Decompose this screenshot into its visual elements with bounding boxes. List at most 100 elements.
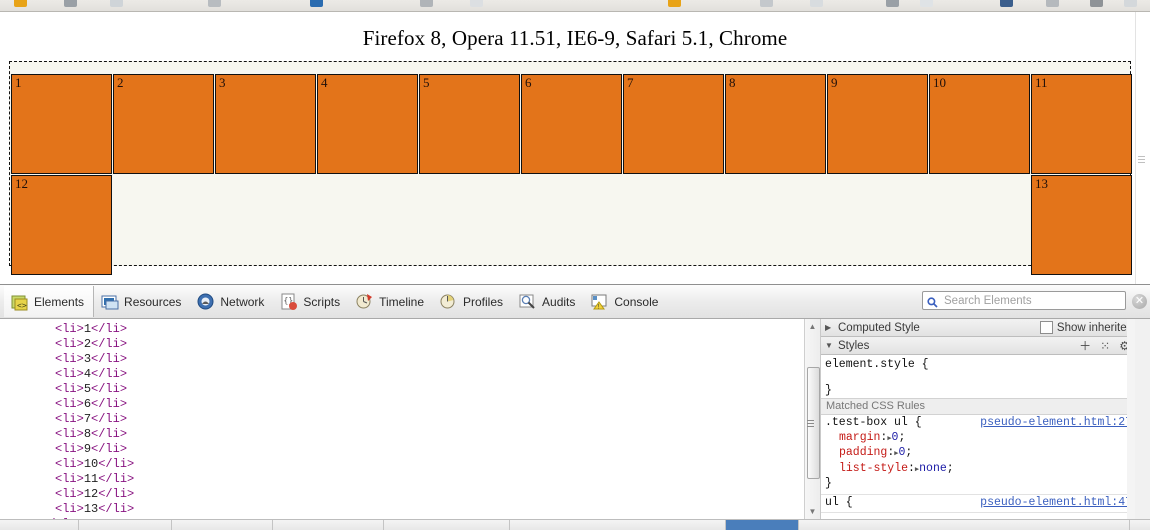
tiny-icon[interactable] xyxy=(1046,0,1059,7)
css-source-link[interactable]: pseudo-element.html:47 xyxy=(980,496,1132,511)
dom-node-line[interactable]: <li>9</li> xyxy=(55,442,820,457)
css-declaration[interactable]: margin:▶0; xyxy=(825,431,905,444)
breadcrumb-item[interactable] xyxy=(273,520,384,530)
dom-node-line[interactable]: <li>8</li> xyxy=(55,427,820,442)
element-style-open: element.style { xyxy=(825,358,929,371)
dom-close-tag: </li> xyxy=(91,367,128,381)
dom-open-tag: <li> xyxy=(55,382,84,396)
end-icon[interactable] xyxy=(1124,0,1137,7)
dom-node-text: 4 xyxy=(83,367,92,381)
dom-node-text: 10 xyxy=(83,457,99,471)
css-declaration[interactable]: padding:▶0; xyxy=(825,446,912,459)
computed-style-header[interactable]: ▶ Computed Style Show inherited xyxy=(821,319,1135,337)
devtools-body: <li>1</li> <li>2</li> <li>3</li> <li>4</li>… xyxy=(0,319,1150,530)
chevron-right-icon[interactable]: ▶ xyxy=(825,323,834,332)
show-inherited-control[interactable]: Show inherited xyxy=(1039,321,1133,334)
tab-timeline[interactable]: Timeline xyxy=(349,286,433,317)
dom-node-line[interactable]: <li>6</li> xyxy=(55,397,820,412)
breadcrumb-item[interactable] xyxy=(0,520,79,530)
page-scrollbar-track[interactable] xyxy=(1135,12,1150,284)
dom-node-line[interactable]: <li>2</li> xyxy=(55,337,820,352)
dom-tree-panel[interactable]: <li>1</li> <li>2</li> <li>3</li> <li>4</li>… xyxy=(0,319,821,530)
dot-icon[interactable] xyxy=(760,0,773,7)
styles-label: Styles xyxy=(838,339,870,352)
dom-node-line[interactable]: <li>12</li> xyxy=(55,487,820,502)
dom-close-tag: </li> xyxy=(98,457,135,471)
dom-tree[interactable]: <li>1</li> <li>2</li> <li>3</li> <li>4</li>… xyxy=(0,319,820,530)
mark-icon[interactable] xyxy=(1090,0,1103,7)
page-icon[interactable] xyxy=(470,0,483,7)
bullet-icon[interactable] xyxy=(886,0,899,7)
css-declaration[interactable]: list-style:▶none; xyxy=(825,462,954,475)
list-item: 6 xyxy=(521,74,622,174)
element-state-icon[interactable]: ⁙ xyxy=(1100,339,1110,353)
tab-resources[interactable]: Resources xyxy=(94,286,190,317)
scrollbar-grip-icon xyxy=(807,420,814,421)
tab-console[interactable]: ! Console xyxy=(584,286,667,317)
dom-close-tag: </li> xyxy=(98,502,135,516)
dom-tree-scrollbar[interactable]: ▲ ▼ xyxy=(804,319,820,530)
breadcrumb-item[interactable] xyxy=(510,520,726,530)
add-rule-icon[interactable]: ＋ xyxy=(1079,337,1091,354)
dom-open-tag: <li> xyxy=(55,442,84,456)
dom-node-line[interactable]: <li>5</li> xyxy=(55,382,820,397)
close-devtools-button[interactable]: ✕ xyxy=(1132,294,1147,309)
dom-close-tag: </li> xyxy=(91,442,128,456)
dom-open-tag: <li> xyxy=(55,322,84,336)
search-box[interactable] xyxy=(922,291,1126,310)
tab-elements[interactable]: <> Elements xyxy=(4,286,95,317)
devtools-panel: <> Elements Resources Network {} Scripts Timel… xyxy=(0,284,1150,530)
tab-profiles[interactable]: Profiles xyxy=(433,286,512,317)
blank-icon[interactable] xyxy=(920,0,933,7)
show-inherited-checkbox[interactable] xyxy=(1039,321,1053,334)
dom-node-line[interactable]: <li>1</li> xyxy=(55,322,820,337)
image-icon[interactable] xyxy=(1000,0,1013,7)
firefox-icon[interactable] xyxy=(14,0,27,7)
scroll-up-icon[interactable]: ▲ xyxy=(805,319,820,334)
console-icon: ! xyxy=(590,292,609,311)
breadcrumb-item[interactable] xyxy=(172,520,273,530)
cursor-icon[interactable] xyxy=(420,0,433,7)
breadcrumb-item[interactable] xyxy=(799,520,1130,530)
dom-node-line[interactable]: <li>7</li> xyxy=(55,412,820,427)
matched-css-rules-header: Matched CSS Rules xyxy=(821,398,1135,415)
list-item: 7 xyxy=(623,74,724,174)
styles-scrollbar[interactable] xyxy=(1127,319,1135,530)
chrome-icon[interactable] xyxy=(668,0,681,7)
breadcrumb[interactable] xyxy=(0,519,1150,530)
dom-node-line[interactable]: <li>11</li> xyxy=(55,472,820,487)
css-rule[interactable]: .test-box ul {pseudo-element.html:27 marg… xyxy=(821,415,1135,495)
back-icon[interactable] xyxy=(64,0,77,7)
window-icon[interactable] xyxy=(310,0,323,7)
list-item: 11 xyxy=(1031,74,1132,174)
list-item: 2 xyxy=(113,74,214,174)
tab-network[interactable]: Network xyxy=(190,286,273,317)
css-rule[interactable]: ul {pseudo-element.html:47 xyxy=(821,495,1135,513)
chevron-down-icon[interactable]: ▼ xyxy=(825,341,834,350)
search-input[interactable] xyxy=(942,293,1121,308)
breadcrumb-item[interactable] xyxy=(384,520,510,530)
styles-header[interactable]: ▼ Styles ＋ ⁙ ⚙ xyxy=(821,337,1135,355)
tab-audits[interactable]: Audits xyxy=(512,286,584,317)
scroll-down-icon[interactable]: ▼ xyxy=(805,504,820,519)
app-root: Firefox 8, Opera 11.51, IE6-9, Safari 5.… xyxy=(0,0,1150,530)
dom-node-line[interactable]: <li>3</li> xyxy=(55,352,820,367)
page-scrollbar[interactable] xyxy=(1134,12,1150,284)
css-property-value: none xyxy=(919,461,947,475)
dom-node-line[interactable]: <li>4</li> xyxy=(55,367,820,382)
tab-scripts[interactable]: {} Scripts xyxy=(273,286,349,317)
breadcrumb-item[interactable] xyxy=(726,520,799,530)
timeline-icon xyxy=(355,292,374,311)
folder-icon[interactable] xyxy=(110,0,123,7)
dom-node-line[interactable]: <li>10</li> xyxy=(55,457,820,472)
list-item: 4 xyxy=(317,74,418,174)
dom-node-text: 3 xyxy=(83,352,92,366)
css-property-name: list-style xyxy=(839,461,909,475)
refresh-icon[interactable] xyxy=(208,0,221,7)
square-icon[interactable] xyxy=(810,0,823,7)
breadcrumb-item[interactable] xyxy=(79,520,172,530)
list-item: 8 xyxy=(725,74,826,174)
css-rules-list: .test-box ul {pseudo-element.html:27 marg… xyxy=(821,415,1135,513)
css-source-link[interactable]: pseudo-element.html:27 xyxy=(980,416,1132,431)
dom-node-line[interactable]: <li>13</li> xyxy=(55,502,820,517)
